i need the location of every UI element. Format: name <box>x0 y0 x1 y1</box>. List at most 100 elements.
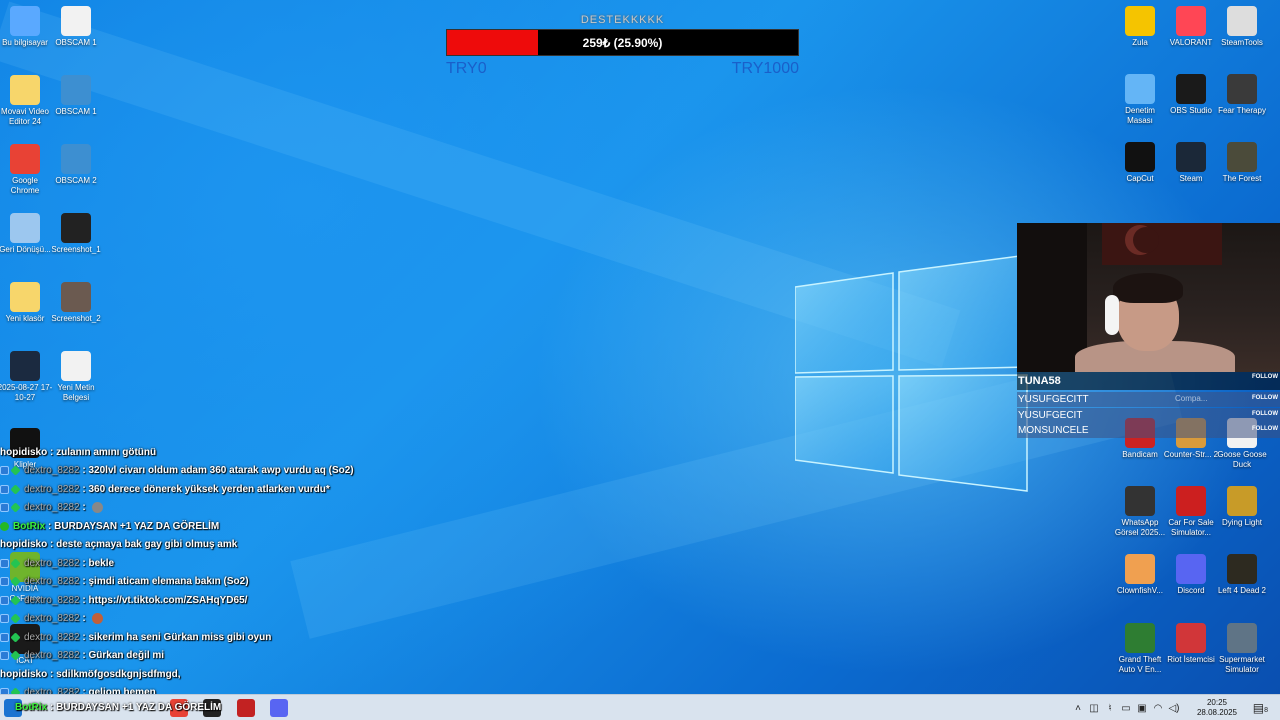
chat-username: dextro_8282 <box>24 483 80 495</box>
desktop-icon-yeni-metin-belgesi[interactable]: Yeni Metin Belgesi <box>48 351 104 403</box>
desktop-icon-label: Screenshot_1 <box>51 245 101 254</box>
chat-badges <box>0 502 22 513</box>
desktop-icon-whatsapp-g-rsel-2025[interactable]: WhatsApp Görsel 2025... <box>1112 486 1168 538</box>
desktop-icon-denetim-masas[interactable]: Denetim Masası <box>1112 74 1168 126</box>
desktop-icon-label: Discord <box>1177 586 1205 595</box>
chat-text: şimdi aticam elemana bakın (So2) <box>88 576 249 588</box>
desktop-icon-valorant[interactable]: VALORANT <box>1163 6 1219 48</box>
chat-badges <box>0 576 22 587</box>
desktop-icon-supermarket-simulator[interactable]: Supermarket Simulator <box>1214 623 1270 675</box>
desktop-icon-bu-bilgisayar[interactable]: Bu bilgisayar <box>0 6 53 48</box>
desktop-icon-2025-08-27-17-10-27[interactable]: 2025-08-27 17-10-27 <box>0 351 53 403</box>
follower-row: YUSUFGECITT FOLLOW <box>1017 392 1280 407</box>
desktop-icon-screenshot-2[interactable]: Screenshot_2 <box>48 282 104 324</box>
desktop-icon-label: Steam <box>1179 174 1203 183</box>
microphone-icon[interactable]: ♮ <box>1102 703 1118 714</box>
chat-username: dextro_8282 <box>24 576 80 588</box>
desktop-icon-steam[interactable]: Steam <box>1163 142 1219 184</box>
chat-username: dextro_8282 <box>24 650 80 662</box>
notification-count: 8 <box>1264 707 1268 714</box>
desktop-icon-screenshot-1[interactable]: Screenshot_1 <box>48 213 104 255</box>
chevron-up-icon[interactable]: ˄ <box>1070 703 1086 714</box>
chat-username: hopidisko <box>0 446 48 458</box>
image-icon <box>1125 486 1155 516</box>
chat-separator: : <box>79 483 89 495</box>
follow-tag: FOLLOW <box>1252 374 1278 380</box>
chat-text: https://vt.tiktok.com/ZSAHqYD65/ <box>88 594 248 606</box>
follower-row: YUSUFGECIT FOLLOW <box>1017 407 1280 423</box>
desktop-icon-the-forest[interactable]: The Forest <box>1214 142 1270 184</box>
recycle-bin-icon <box>10 213 40 243</box>
desktop-icon-capcut[interactable]: CapCut <box>1112 142 1168 184</box>
desktop-icon-dying-light[interactable]: Dying Light <box>1214 486 1270 528</box>
taskbar: BotRix : BURDAYSAN +1 YAZ DA GÖRELİM ˄ ◫… <box>0 694 1280 720</box>
clock-date: 28.08.2025 <box>1196 708 1238 717</box>
desktop-icon-grand-theft-auto-v-en[interactable]: Grand Theft Auto V En... <box>1112 623 1168 675</box>
desktop-icon-label: Dying Light <box>1221 518 1263 527</box>
desktop-icon-clownfishv[interactable]: ClownfishV... <box>1112 554 1168 596</box>
chat-text: sikerim ha seni Gürkan miss gibi oyun <box>88 631 272 643</box>
chat-username: dextro_8282 <box>24 502 80 514</box>
desktop-icon-movavi-video-editor-24[interactable]: Movavi Video Editor 24 <box>0 75 53 127</box>
desktop-icon-car-for-sale-simulator[interactable]: Car For Sale Simulator... <box>1163 486 1219 538</box>
desktop-icon-zula[interactable]: Zula <box>1112 6 1168 48</box>
image-icon <box>61 282 91 312</box>
donation-progress-bar: 259₺ (25.90%) <box>446 29 799 56</box>
clock[interactable]: 20:25 28.08.2025 <box>1192 698 1242 718</box>
gem-badge-icon <box>10 484 21 495</box>
discord-taskbar-icon[interactable] <box>270 699 288 717</box>
desktop-icon-left-4-dead-2[interactable]: Left 4 Dead 2 <box>1214 554 1270 596</box>
desktop-icon-label: Bandicam <box>1122 450 1158 459</box>
chat-username: dextro_8282 <box>24 465 80 477</box>
desktop-icon-obs-studio[interactable]: OBS Studio <box>1163 74 1219 116</box>
chat-badges <box>0 613 22 624</box>
chat-message: dextro_8282 : geliom hemen <box>0 684 420 694</box>
chat-message: dextro_8282 : sikerim ha seni Gürkan mis… <box>0 628 420 647</box>
desktop-icon-steamtools[interactable]: SteamTools <box>1214 6 1270 48</box>
text-file-icon <box>61 351 91 381</box>
mod-badge-icon <box>0 614 9 624</box>
chat-username: dextro_8282 <box>24 557 80 569</box>
desktop-icon-label: 2025-08-27 17-10-27 <box>0 383 53 402</box>
chat-separator: : <box>79 465 89 477</box>
battery-icon[interactable]: ▭ <box>1118 703 1134 714</box>
chat-message: hopidisko : sdilkmöfgosdkgnjsdfmgd, <box>0 665 420 684</box>
webcam-feed <box>1017 223 1280 372</box>
gem-badge-icon <box>10 576 21 587</box>
folder-icon <box>10 75 40 105</box>
desktop-icon-google-chrome[interactable]: Google Chrome <box>0 144 53 196</box>
steamtools-icon <box>1227 6 1257 36</box>
chat-message: dextro_8282 : 360 derece dönerek yüksek … <box>0 480 420 499</box>
chat-message: hopidisko : zulanın amını götünü <box>0 443 420 462</box>
notification-center-icon[interactable]: ▤8 <box>1253 701 1268 715</box>
wifi-icon[interactable]: ◠ <box>1150 703 1166 714</box>
desktop-icon-discord[interactable]: Discord <box>1163 554 1219 596</box>
desktop-icon-fear-therapy[interactable]: Fear Therapy <box>1214 74 1270 116</box>
display-icon[interactable]: ▣ <box>1134 703 1150 714</box>
volume-icon[interactable]: ◁) <box>1166 703 1182 714</box>
l4d2-icon <box>1227 554 1257 584</box>
chat-username: hopidisko <box>0 668 48 680</box>
desktop-icon-obscam-1[interactable]: OBSCAM 1 <box>48 75 104 117</box>
chat-message: dextro_8282 : <box>0 499 420 518</box>
network-icon[interactable]: ◫ <box>1086 703 1102 714</box>
chrome-icon <box>10 144 40 174</box>
obs-doc-icon <box>61 75 91 105</box>
chat-text: 360 derece dönerek yüksek yerden atlarke… <box>88 483 330 495</box>
chat-badges <box>0 595 22 606</box>
streamer-name: TUNA58 <box>1018 375 1061 387</box>
desktop-icon-riot-i-stemcisi[interactable]: Riot İstemcisi <box>1163 623 1219 665</box>
desktop-icon-yeni-klas-r[interactable]: Yeni klasör <box>0 282 53 324</box>
desktop-icon-label: The Forest <box>1222 174 1262 183</box>
desktop-icon-label: VALORANT <box>1169 38 1213 47</box>
donation-goal-widget: DESTEKKKKK 259₺ (25.90%) TRY0 TRY1000 <box>446 14 799 78</box>
desktop-icon-label: Grand Theft Auto V En... <box>1118 655 1162 674</box>
desktop-icon-obscam-1[interactable]: OBSCAM 1 <box>48 6 104 48</box>
folder-icon <box>10 282 40 312</box>
desktop-icon-obscam-2[interactable]: OBSCAM 2 <box>48 144 104 186</box>
chat-username: hopidisko <box>0 539 48 551</box>
desktop-icon-geri-d-n[interactable]: Geri Dönüşü... <box>0 213 53 255</box>
chat-message: hopidisko : deste açmaya bak gay gibi ol… <box>0 536 420 555</box>
bandicam-taskbar-icon[interactable] <box>237 699 255 717</box>
discord-icon <box>1176 554 1206 584</box>
